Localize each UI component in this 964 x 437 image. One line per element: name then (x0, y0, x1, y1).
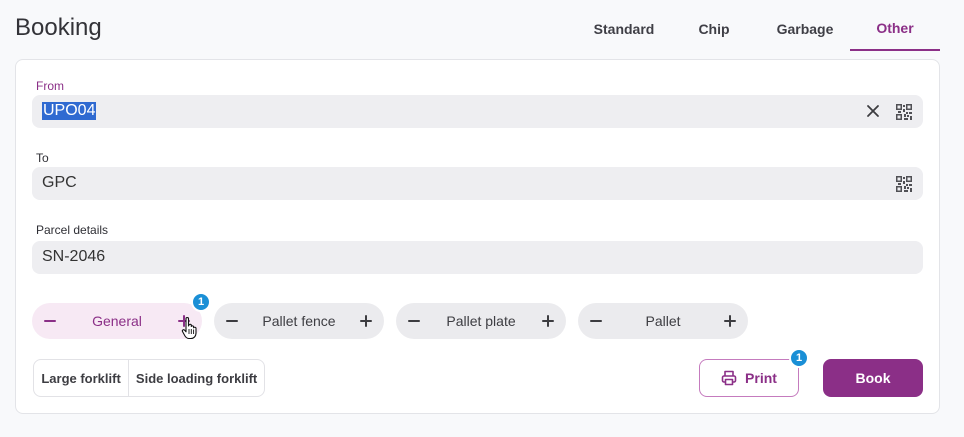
stepper-pallet-plate: Pallet plate (396, 303, 566, 339)
equipment-large-forklift[interactable]: Large forklift (34, 360, 128, 396)
qr-code-icon[interactable] (895, 175, 913, 193)
from-label: From (36, 79, 64, 93)
stepper-label: Pallet (645, 313, 681, 329)
plus-icon[interactable] (537, 310, 559, 332)
plus-icon[interactable] (719, 310, 741, 332)
parcel-details-value[interactable]: SN-2046 (42, 248, 105, 266)
page-title: Booking (15, 14, 102, 41)
to-field[interactable]: GPC (32, 167, 923, 200)
equipment-side-loading-forklift[interactable]: Side loading forklift (128, 360, 264, 396)
minus-icon[interactable] (403, 310, 425, 332)
parcel-details-field[interactable]: SN-2046 (32, 241, 923, 274)
close-icon[interactable] (864, 102, 882, 120)
minus-icon[interactable] (39, 310, 61, 332)
tab-standard[interactable]: Standard (580, 10, 668, 51)
printer-icon (721, 370, 737, 386)
print-button[interactable]: Print (699, 359, 799, 397)
plus-icon[interactable] (355, 310, 377, 332)
print-label: Print (745, 370, 777, 386)
stepper-label: Pallet plate (446, 313, 516, 329)
minus-icon[interactable] (221, 310, 243, 332)
stepper-label: Pallet fence (262, 313, 336, 329)
book-button[interactable]: Book (823, 359, 923, 397)
tab-other[interactable]: Other (850, 10, 940, 51)
stepper-general: General (32, 303, 202, 339)
qr-code-icon[interactable] (895, 103, 913, 121)
stepper-pallet-fence: Pallet fence (214, 303, 384, 339)
equipment-selector: Large forklift Side loading forklift (33, 359, 265, 397)
to-label: To (36, 151, 49, 165)
stepper-label: General (92, 313, 142, 329)
from-value[interactable]: UPO04 (42, 102, 97, 120)
stepper-pallet: Pallet (578, 303, 748, 339)
minus-icon[interactable] (585, 310, 607, 332)
print-count-badge: 1 (789, 348, 809, 368)
tab-chip[interactable]: Chip (678, 10, 750, 51)
booking-card: From UPO04 To GPC Parcel details SN-2046… (15, 59, 940, 414)
to-value[interactable]: GPC (42, 174, 77, 192)
count-badge: 1 (191, 292, 211, 312)
from-field[interactable]: UPO04 (32, 95, 923, 128)
hand-pointer-icon (181, 316, 199, 340)
parcel-details-label: Parcel details (36, 223, 109, 237)
tab-garbage[interactable]: Garbage (760, 10, 850, 51)
